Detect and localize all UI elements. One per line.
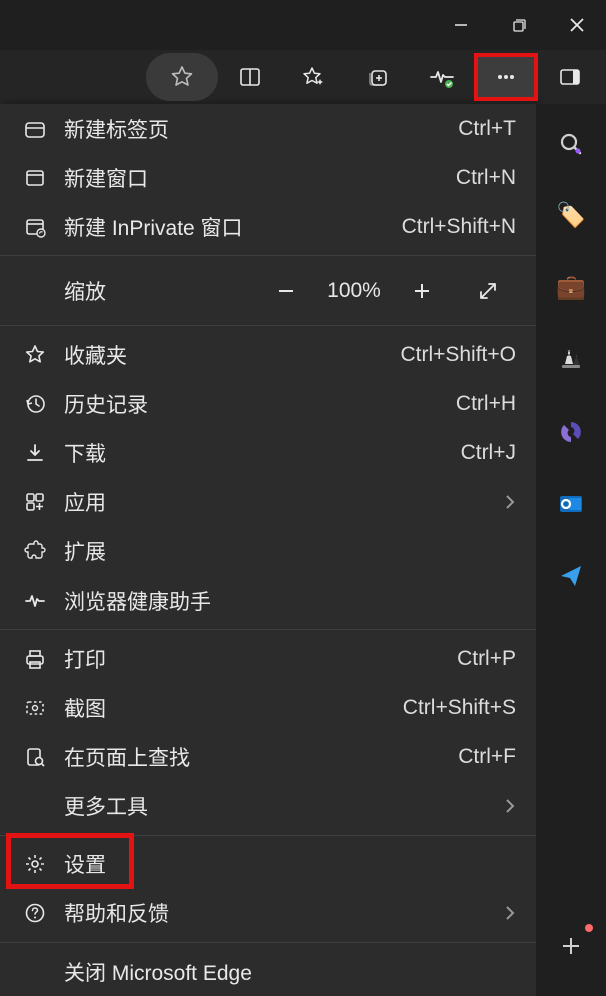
notification-dot (585, 924, 593, 932)
apps-menu-item[interactable]: 应用 (0, 478, 536, 527)
titlebar (0, 0, 606, 50)
print-shortcut: Ctrl+P (457, 647, 516, 671)
find-on-page-label: 在页面上查找 (64, 742, 458, 772)
panel-toggle-button[interactable] (538, 53, 602, 101)
new-inprivate-shortcut: Ctrl+Shift+N (402, 215, 516, 239)
screenshot-icon (20, 697, 50, 719)
close-app-menu-item[interactable]: 关闭 Microsoft Edge (0, 947, 536, 996)
help-icon (20, 902, 50, 924)
minimize-button[interactable] (436, 5, 486, 45)
fullscreen-button[interactable] (460, 268, 516, 314)
browser-health-button[interactable] (410, 53, 474, 101)
chevron-right-icon (504, 494, 516, 510)
settings-menu: 新建标签页 Ctrl+T 新建窗口 Ctrl+N 新建 InPrivate 窗口… (0, 104, 536, 996)
history-label: 历史记录 (64, 389, 456, 419)
new-tab-shortcut: Ctrl+T (458, 117, 516, 141)
apps-icon (20, 491, 50, 513)
print-icon (20, 648, 50, 670)
tag-icon: 🏷️ (556, 204, 586, 228)
sidebar-chess-button[interactable] (551, 340, 591, 380)
history-icon (20, 393, 50, 415)
heartbeat-icon (20, 590, 50, 612)
separator (0, 325, 536, 326)
screenshot-shortcut: Ctrl+Shift+S (403, 696, 516, 720)
star-icon (20, 344, 50, 366)
sidebar-add-button[interactable] (551, 926, 591, 966)
help-feedback-label: 帮助和反馈 (64, 898, 504, 928)
history-menu-item[interactable]: 历史记录 Ctrl+H (0, 379, 536, 428)
separator (0, 629, 536, 630)
inprivate-icon (20, 216, 50, 238)
edge-sidebar: 🏷️ 💼 (536, 104, 606, 996)
zoom-label: 缩放 (64, 276, 214, 306)
downloads-shortcut: Ctrl+J (461, 441, 516, 465)
briefcase-icon: 💼 (556, 276, 586, 300)
apps-label: 应用 (64, 487, 504, 517)
tab-icon (20, 118, 50, 140)
sidebar-search-button[interactable] (551, 124, 591, 164)
more-button[interactable] (474, 53, 538, 101)
print-menu-item[interactable]: 打印 Ctrl+P (0, 634, 536, 683)
sidebar-office-button[interactable] (551, 412, 591, 452)
browser-health-menu-item[interactable]: 浏览器健康助手 (0, 576, 536, 625)
settings-label: 设置 (64, 849, 516, 879)
toolbar (0, 50, 606, 104)
favorites-shortcut: Ctrl+Shift+O (400, 343, 516, 367)
window-icon (20, 167, 50, 189)
history-shortcut: Ctrl+H (456, 392, 516, 416)
collections-button[interactable] (346, 53, 410, 101)
separator (0, 255, 536, 256)
downloads-menu-item[interactable]: 下载 Ctrl+J (0, 429, 536, 478)
extensions-menu-item[interactable]: 扩展 (0, 527, 536, 576)
sidebar-tag-button[interactable]: 🏷️ (551, 196, 591, 236)
separator (0, 942, 536, 943)
split-screen-button[interactable] (218, 53, 282, 101)
find-on-page-shortcut: Ctrl+F (458, 745, 516, 769)
favorites-sparkle-button[interactable] (282, 53, 346, 101)
browser-health-label: 浏览器健康助手 (64, 586, 516, 616)
print-label: 打印 (64, 644, 457, 674)
puzzle-icon (20, 540, 50, 562)
find-icon (20, 746, 50, 768)
new-window-menu-item[interactable]: 新建窗口 Ctrl+N (0, 153, 536, 202)
sidebar-send-button[interactable] (551, 556, 591, 596)
new-inprivate-label: 新建 InPrivate 窗口 (64, 212, 402, 242)
star-button[interactable] (146, 53, 218, 101)
zoom-value: 100% (314, 279, 394, 303)
sidebar-briefcase-button[interactable]: 💼 (551, 268, 591, 308)
screenshot-label: 截图 (64, 693, 403, 723)
settings-menu-item[interactable]: 设置 (0, 840, 536, 889)
extensions-label: 扩展 (64, 536, 516, 566)
more-tools-menu-item[interactable]: 更多工具 (0, 782, 536, 831)
new-tab-label: 新建标签页 (64, 114, 458, 144)
screenshot-menu-item[interactable]: 截图 Ctrl+Shift+S (0, 683, 536, 732)
downloads-label: 下载 (64, 438, 461, 468)
chevron-right-icon (504, 905, 516, 921)
close-app-label: 关闭 Microsoft Edge (64, 957, 516, 987)
chevron-right-icon (504, 798, 516, 814)
favorites-menu-item[interactable]: 收藏夹 Ctrl+Shift+O (0, 330, 536, 379)
maximize-button[interactable] (494, 5, 544, 45)
new-inprivate-menu-item[interactable]: 新建 InPrivate 窗口 Ctrl+Shift+N (0, 202, 536, 251)
new-window-label: 新建窗口 (64, 163, 456, 193)
new-window-shortcut: Ctrl+N (456, 166, 516, 190)
more-tools-label: 更多工具 (64, 791, 504, 821)
gear-icon (20, 853, 50, 875)
separator (0, 835, 536, 836)
zoom-in-button[interactable] (394, 268, 450, 314)
find-on-page-menu-item[interactable]: 在页面上查找 Ctrl+F (0, 732, 536, 781)
favorites-label: 收藏夹 (64, 340, 400, 370)
download-icon (20, 442, 50, 464)
help-feedback-menu-item[interactable]: 帮助和反馈 (0, 889, 536, 938)
new-tab-menu-item[interactable]: 新建标签页 Ctrl+T (0, 104, 536, 153)
close-button[interactable] (552, 5, 602, 45)
sidebar-outlook-button[interactable] (551, 484, 591, 524)
zoom-row: 缩放 100% (0, 260, 536, 321)
zoom-out-button[interactable] (258, 268, 314, 314)
